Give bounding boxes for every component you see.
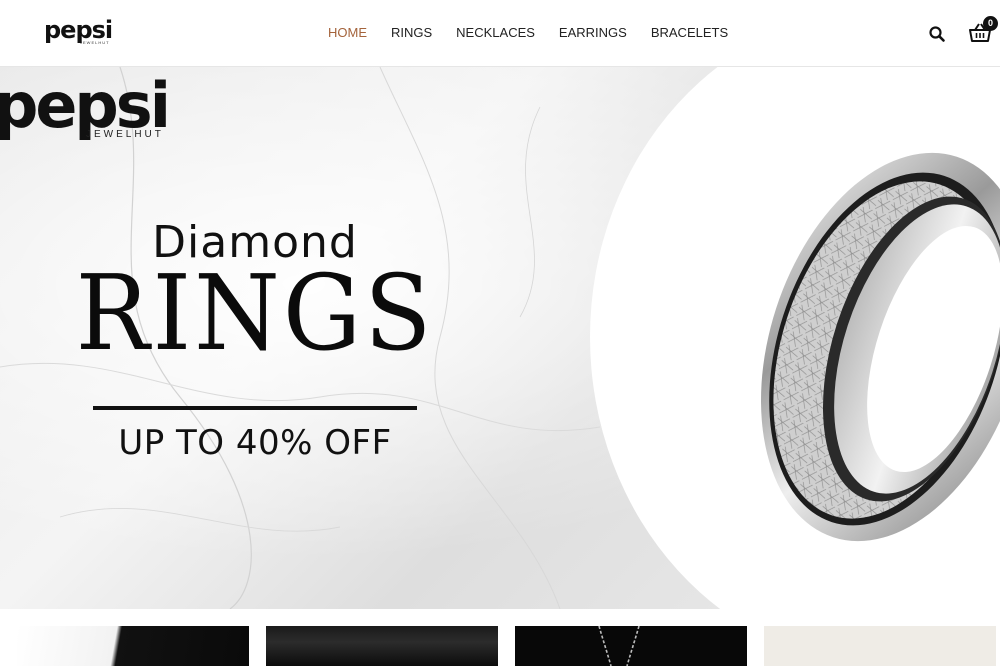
site-logo-tagline: JEWELHUT: [80, 40, 110, 45]
site-logo[interactable]: pepsi: [44, 18, 113, 42]
nav-item-necklaces[interactable]: NECKLACES: [456, 24, 535, 42]
hero-logo: pepsi: [0, 69, 171, 142]
necklace-chain-image: [598, 626, 640, 666]
hero-heading-line2: RINGS: [75, 253, 435, 375]
category-tile-2[interactable]: [266, 626, 498, 666]
nav-item-home[interactable]: HOME: [328, 24, 367, 42]
nav-item-rings[interactable]: RINGS: [391, 24, 432, 42]
category-tile-4[interactable]: [764, 626, 996, 666]
ring-image: [761, 152, 1000, 542]
main-nav: HOME RINGS NECKLACES EARRINGS BRACELETS: [328, 24, 728, 42]
search-icon[interactable]: [928, 25, 946, 43]
nav-item-bracelets[interactable]: BRACELETS: [651, 24, 728, 42]
hero-divider: [93, 406, 417, 410]
category-tiles: [0, 609, 1000, 666]
site-header: pepsi JEWELHUT HOME RINGS NECKLACES EARR…: [0, 0, 1000, 67]
hero-logo-tagline: JEWELHUT: [86, 129, 164, 140]
nav-item-earrings[interactable]: EARRINGS: [559, 24, 627, 42]
cart-button[interactable]: 0: [969, 16, 998, 44]
category-tile-3[interactable]: [515, 626, 747, 666]
cart-count-badge: 0: [983, 16, 998, 31]
category-tile-1[interactable]: [17, 626, 249, 666]
hero-banner[interactable]: pepsi JEWELHUT Diamond RINGS UP TO 40% O…: [0, 67, 1000, 609]
hero-offer-text: UP TO 40% OFF: [118, 423, 392, 463]
